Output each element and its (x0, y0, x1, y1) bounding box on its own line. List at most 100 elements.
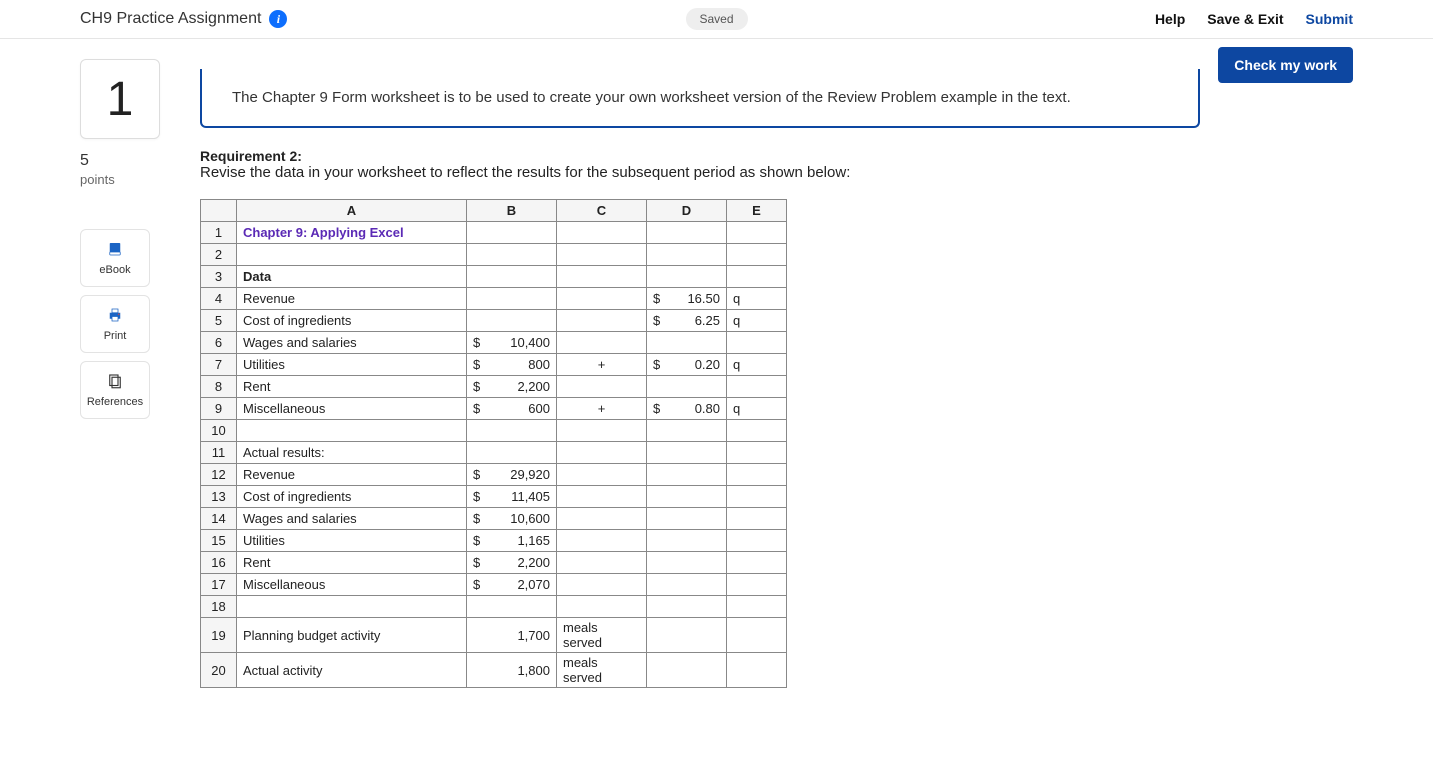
cell-A[interactable]: Chapter 9: Applying Excel (237, 222, 467, 244)
cell-B[interactable]: 1,700 (467, 618, 557, 653)
cell-C[interactable] (557, 244, 647, 266)
cell-E[interactable] (727, 618, 787, 653)
save-exit-link[interactable]: Save & Exit (1207, 11, 1283, 27)
cell-D[interactable] (647, 618, 727, 653)
cell-D[interactable] (647, 244, 727, 266)
cell-C[interactable]: meals served (557, 618, 647, 653)
cell-E[interactable]: q (727, 354, 787, 376)
cell-B[interactable] (467, 222, 557, 244)
cell-E[interactable] (727, 442, 787, 464)
cell-D[interactable] (647, 653, 727, 688)
cell-D[interactable] (647, 222, 727, 244)
cell-E[interactable] (727, 420, 787, 442)
cell-C[interactable] (557, 266, 647, 288)
cell-C[interactable] (557, 596, 647, 618)
cell-B[interactable]: $2,200 (467, 552, 557, 574)
cell-C[interactable] (557, 486, 647, 508)
cell-A[interactable]: Actual activity (237, 653, 467, 688)
cell-B[interactable] (467, 442, 557, 464)
cell-A[interactable]: Planning budget activity (237, 618, 467, 653)
cell-E[interactable]: q (727, 288, 787, 310)
cell-D[interactable]: $16.50 (647, 288, 727, 310)
ebook-tool[interactable]: eBook (80, 229, 150, 287)
cell-D[interactable] (647, 332, 727, 354)
cell-A[interactable]: Wages and salaries (237, 508, 467, 530)
cell-D[interactable] (647, 530, 727, 552)
cell-B[interactable] (467, 596, 557, 618)
cell-C[interactable] (557, 420, 647, 442)
info-icon[interactable]: i (269, 10, 287, 28)
cell-E[interactable] (727, 530, 787, 552)
cell-D[interactable] (647, 442, 727, 464)
cell-C[interactable] (557, 332, 647, 354)
check-my-work-button[interactable]: Check my work (1218, 47, 1353, 83)
cell-A[interactable]: Rent (237, 552, 467, 574)
cell-C[interactable] (557, 376, 647, 398)
cell-D[interactable] (647, 464, 727, 486)
cell-C[interactable] (557, 442, 647, 464)
cell-A[interactable]: Revenue (237, 288, 467, 310)
cell-A[interactable]: Wages and salaries (237, 332, 467, 354)
cell-A[interactable] (237, 596, 467, 618)
help-link[interactable]: Help (1155, 11, 1185, 27)
cell-E[interactable] (727, 508, 787, 530)
cell-D[interactable] (647, 574, 727, 596)
cell-E[interactable] (727, 552, 787, 574)
cell-E[interactable] (727, 574, 787, 596)
cell-A[interactable]: Actual results: (237, 442, 467, 464)
cell-A[interactable]: Miscellaneous (237, 574, 467, 596)
cell-E[interactable] (727, 222, 787, 244)
cell-E[interactable] (727, 464, 787, 486)
cell-C[interactable] (557, 574, 647, 596)
submit-link[interactable]: Submit (1306, 11, 1353, 27)
cell-C[interactable]: meals served (557, 653, 647, 688)
cell-C[interactable]: + (557, 398, 647, 420)
cell-C[interactable] (557, 222, 647, 244)
cell-E[interactable] (727, 653, 787, 688)
cell-D[interactable] (647, 552, 727, 574)
cell-C[interactable] (557, 310, 647, 332)
cell-D[interactable] (647, 266, 727, 288)
references-tool[interactable]: References (80, 361, 150, 419)
cell-B[interactable] (467, 266, 557, 288)
cell-B[interactable]: 1,800 (467, 653, 557, 688)
cell-C[interactable] (557, 464, 647, 486)
cell-B[interactable]: $2,200 (467, 376, 557, 398)
cell-C[interactable] (557, 530, 647, 552)
cell-B[interactable]: $29,920 (467, 464, 557, 486)
cell-D[interactable] (647, 420, 727, 442)
cell-B[interactable]: $800 (467, 354, 557, 376)
cell-B[interactable]: $1,165 (467, 530, 557, 552)
cell-C[interactable]: + (557, 354, 647, 376)
cell-E[interactable] (727, 244, 787, 266)
cell-B[interactable]: $2,070 (467, 574, 557, 596)
cell-A[interactable]: Cost of ingredients (237, 310, 467, 332)
print-tool[interactable]: Print (80, 295, 150, 353)
cell-A[interactable]: Miscellaneous (237, 398, 467, 420)
cell-D[interactable] (647, 376, 727, 398)
cell-B[interactable] (467, 288, 557, 310)
cell-A[interactable]: Data (237, 266, 467, 288)
cell-B[interactable] (467, 244, 557, 266)
cell-A[interactable] (237, 420, 467, 442)
cell-E[interactable] (727, 332, 787, 354)
cell-E[interactable] (727, 266, 787, 288)
cell-D[interactable]: $0.20 (647, 354, 727, 376)
cell-D[interactable] (647, 596, 727, 618)
cell-D[interactable] (647, 508, 727, 530)
cell-B[interactable] (467, 420, 557, 442)
cell-A[interactable]: Revenue (237, 464, 467, 486)
cell-D[interactable]: $6.25 (647, 310, 727, 332)
cell-C[interactable] (557, 552, 647, 574)
cell-C[interactable] (557, 288, 647, 310)
cell-A[interactable]: Cost of ingredients (237, 486, 467, 508)
cell-B[interactable] (467, 310, 557, 332)
cell-C[interactable] (557, 508, 647, 530)
cell-E[interactable]: q (727, 398, 787, 420)
cell-D[interactable]: $0.80 (647, 398, 727, 420)
cell-E[interactable] (727, 486, 787, 508)
cell-B[interactable]: $10,600 (467, 508, 557, 530)
cell-B[interactable]: $11,405 (467, 486, 557, 508)
cell-A[interactable]: Utilities (237, 354, 467, 376)
cell-B[interactable]: $600 (467, 398, 557, 420)
